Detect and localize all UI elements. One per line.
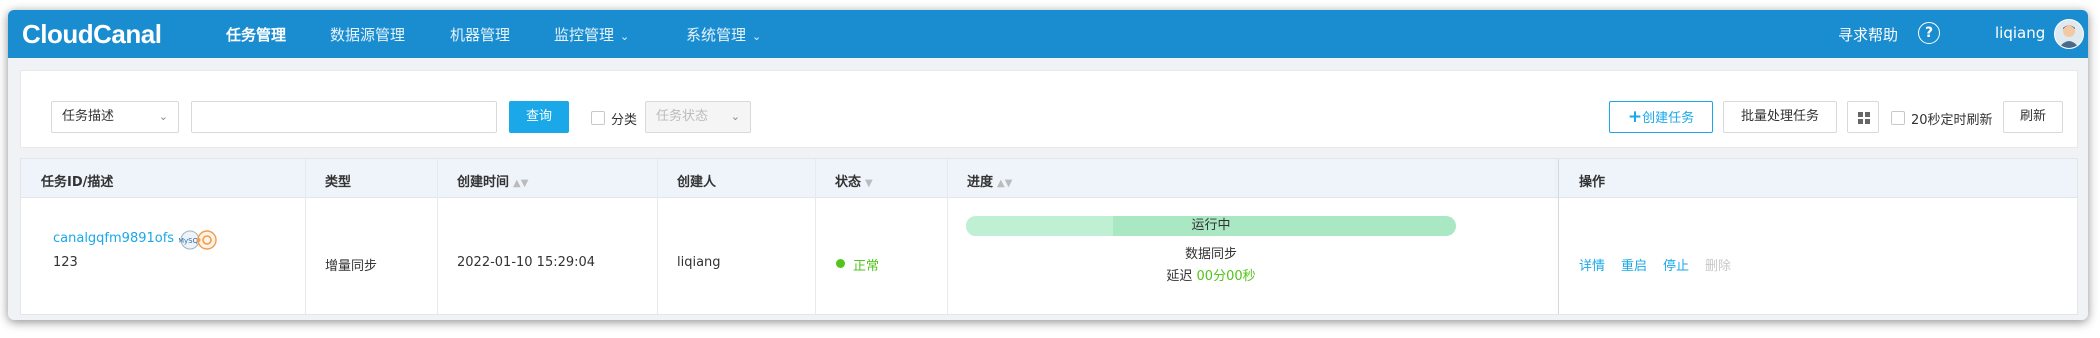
nav-item-label: 机器管理 — [450, 26, 511, 44]
auto-refresh-checkbox[interactable] — [1891, 111, 1905, 125]
task-status-select[interactable]: 任务状态 ⌄ — [645, 101, 751, 133]
help-link[interactable]: 寻求帮助 — [1838, 24, 1898, 45]
status-text: 正常 — [853, 259, 880, 274]
column-header-created-at[interactable]: 创建时间 ▲▼ — [457, 171, 528, 190]
sort-icon[interactable]: ▲▼ — [513, 178, 528, 189]
question-circle-icon[interactable]: ? — [1918, 22, 1940, 44]
batch-process-button[interactable]: 批量处理任务 — [1723, 101, 1837, 133]
column-header-type: 类型 — [325, 175, 352, 190]
delete-link: 删除 — [1705, 259, 1732, 274]
filter-toolbar: 任务描述 ⌄ 查询 分类 任务状态 ⌄ +创建任务 批量处理任务 20秒定时刷新… — [20, 70, 2078, 148]
create-task-button[interactable]: +创建任务 — [1609, 101, 1713, 133]
nav-item-machines[interactable]: 机器管理 — [450, 24, 510, 45]
task-table: 任务ID/描述 类型 创建时间 ▲▼ 创建人 状态 ▼ 进度 ▲▼ 操作 canalg… — [20, 158, 2078, 315]
task-type-icon: MySQL — [178, 229, 221, 255]
top-nav: CloudCanal 任务管理 数据源管理 机器管理 监控管理 ⌄ 系统管理 ⌄ 寻… — [8, 10, 2088, 58]
logo: CloudCanal — [22, 19, 162, 49]
grid-view-button[interactable] — [1847, 101, 1879, 133]
plus-icon: + — [1627, 107, 1643, 127]
query-button[interactable]: 查询 — [509, 101, 569, 133]
column-header-actions: 操作 — [1579, 175, 1606, 190]
app-window: CloudCanal 任务管理 数据源管理 机器管理 监控管理 ⌄ 系统管理 ⌄ 寻… — [8, 10, 2088, 320]
progress-bar: 运行中 — [966, 216, 1456, 236]
restart-link[interactable]: 重启 — [1621, 255, 1647, 274]
column-header-progress[interactable]: 进度 ▲▼ — [967, 171, 1012, 190]
avatar-icon — [2059, 25, 2079, 48]
nav-item-label: 系统管理 — [686, 26, 747, 44]
filter-icon[interactable]: ▼ — [865, 178, 873, 189]
nav-item-monitoring[interactable]: 监控管理 ⌄ — [554, 24, 629, 45]
nav-item-datasources[interactable]: 数据源管理 — [330, 24, 405, 45]
column-header-creator: 创建人 — [677, 175, 717, 190]
nav-item-system[interactable]: 系统管理 ⌄ — [686, 24, 761, 45]
task-type: 增量同步 — [325, 259, 378, 274]
nav-item-tasks[interactable]: 任务管理 — [226, 24, 286, 45]
delay-info: 延迟 00分00秒 — [966, 265, 1456, 284]
chevron-down-icon: ⌄ — [620, 30, 630, 43]
filter-field-select[interactable]: 任务描述 ⌄ — [51, 101, 179, 133]
filter-field-value: 任务描述 — [62, 109, 115, 124]
task-description: 123 — [53, 255, 78, 270]
status-dot-icon — [836, 259, 845, 268]
auto-refresh-label: 20秒定时刷新 — [1911, 113, 1993, 128]
created-at: 2022-01-10 15:29:04 — [457, 255, 596, 270]
column-header-status[interactable]: 状态 ▼ — [835, 171, 873, 190]
category-checkbox[interactable] — [591, 111, 605, 125]
chevron-down-icon: ⌄ — [158, 110, 168, 123]
task-id-link[interactable]: canalgqfm9891ofs — [53, 231, 174, 246]
details-link[interactable]: 详情 — [1579, 255, 1605, 274]
delay-value: 00分00秒 — [1196, 269, 1256, 284]
delay-label: 延迟 — [1166, 269, 1193, 284]
category-label: 分类 — [611, 113, 638, 128]
sort-icon[interactable]: ▲▼ — [997, 178, 1012, 189]
sync-stage: 数据同步 — [1184, 247, 1237, 262]
user-name[interactable]: liqiang — [1995, 24, 2045, 42]
refresh-button[interactable]: 刷新 — [2003, 101, 2063, 133]
column-header-task-id: 任务ID/描述 — [41, 175, 114, 190]
creator: liqiang — [677, 255, 721, 270]
avatar[interactable] — [2054, 19, 2084, 49]
progress-label: 运行中 — [1191, 218, 1231, 233]
task-status-placeholder: 任务状态 — [656, 109, 709, 124]
nav-item-label: 任务管理 — [226, 26, 287, 44]
chevron-down-icon: ⌄ — [730, 110, 740, 123]
column-header-label: 状态 — [835, 175, 862, 190]
search-input[interactable] — [191, 101, 497, 133]
chevron-down-icon: ⌄ — [752, 30, 762, 43]
nav-item-label: 数据源管理 — [330, 26, 406, 44]
create-task-label: 创建任务 — [1642, 111, 1695, 126]
column-header-label: 创建时间 — [457, 175, 510, 190]
stop-link[interactable]: 停止 — [1663, 255, 1689, 274]
column-header-label: 进度 — [967, 175, 994, 190]
nav-item-label: 监控管理 — [554, 26, 615, 44]
